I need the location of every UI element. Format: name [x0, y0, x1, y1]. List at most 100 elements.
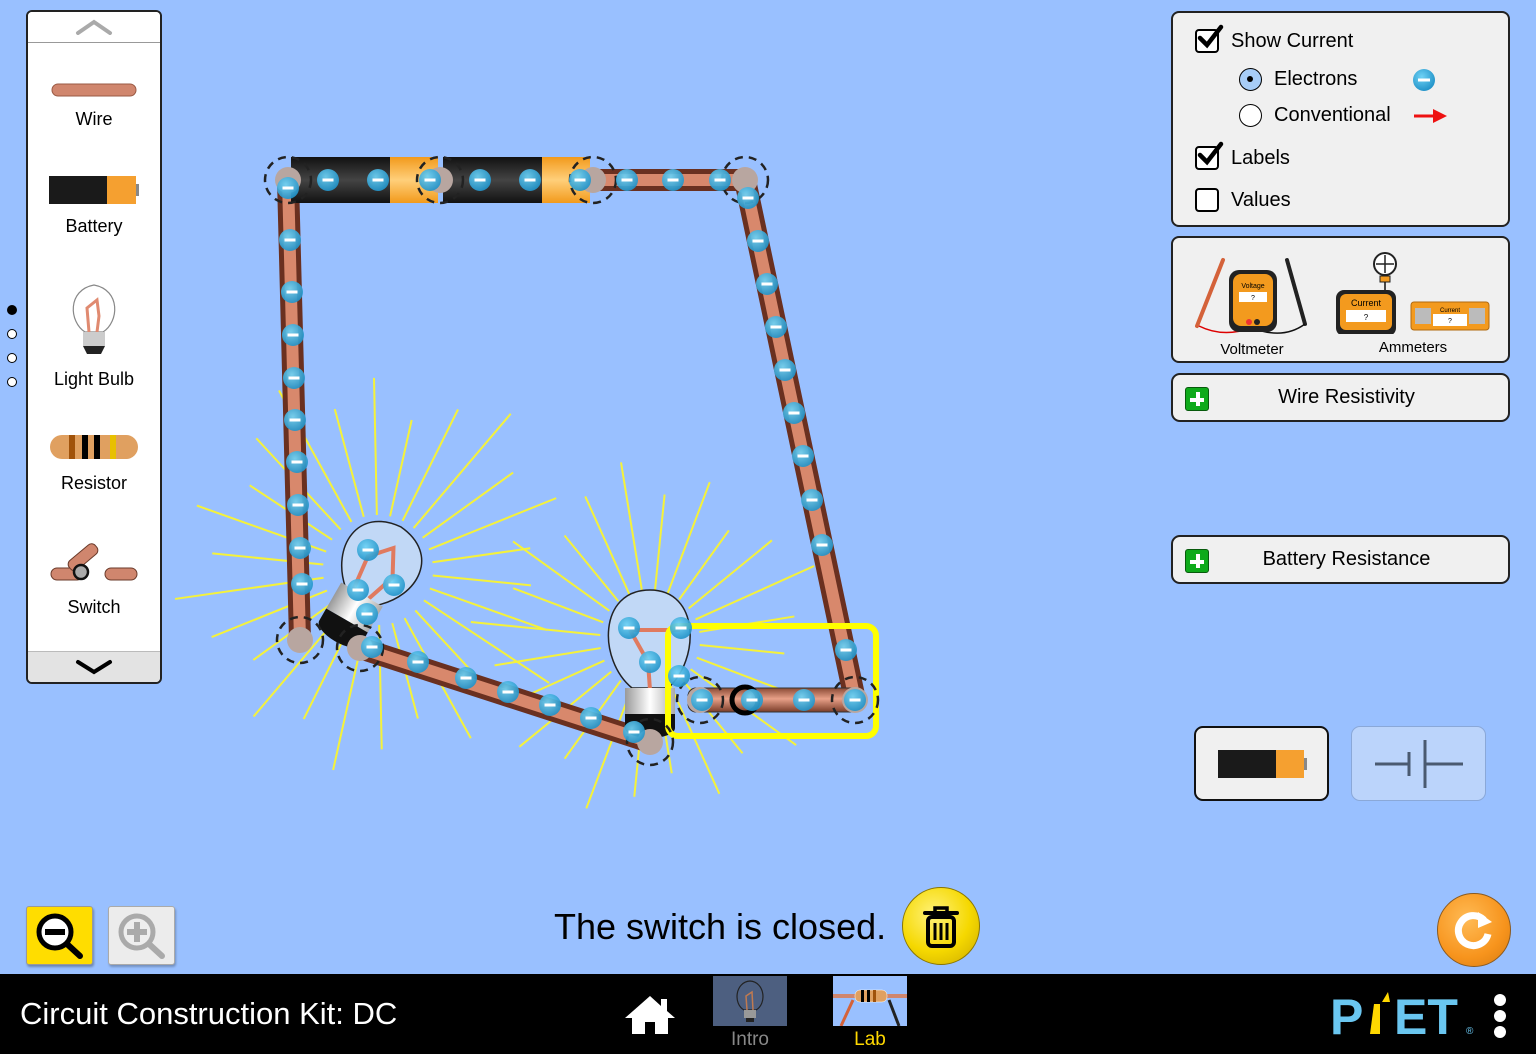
electron: [291, 573, 313, 595]
ammeters-tool[interactable]: Current ? Current ? Ammeters: [1333, 248, 1493, 356]
light-ray: [512, 540, 610, 612]
reset-all-button[interactable]: [1437, 893, 1511, 967]
electron: [281, 281, 303, 303]
conventional-radio[interactable]: Conventional: [1239, 104, 1391, 127]
battery-icon: [1217, 749, 1307, 778]
page-dot-1[interactable]: [7, 305, 17, 315]
resistor-label: Resistor: [60, 473, 127, 493]
wire-label: Wire: [75, 109, 113, 129]
lab-thumbnail: [833, 976, 907, 1027]
electron: [317, 169, 339, 191]
battery-label: Battery: [65, 216, 123, 236]
screen-tab-lab[interactable]: Lab: [833, 976, 907, 1051]
labels-checkbox[interactable]: Labels: [1195, 141, 1290, 170]
battery-resistance-accordion[interactable]: Battery Resistance: [1171, 535, 1510, 584]
vertices[interactable]: [263, 155, 880, 767]
electron: [519, 169, 541, 191]
carousel-down-button[interactable]: [28, 651, 160, 682]
carousel-item-light-bulb[interactable]: Light Bulb: [28, 282, 160, 390]
electron: [783, 402, 805, 424]
voltmeter-label: Voltmeter: [1220, 341, 1284, 358]
carousel-item-wire[interactable]: Wire: [28, 82, 160, 130]
menu-dot-icon: [1494, 1026, 1506, 1038]
electron: [282, 324, 304, 346]
carousel-page-indicator: [7, 305, 17, 401]
schematic-view-button[interactable]: [1351, 726, 1486, 801]
trash-icon: [923, 906, 959, 948]
page-dot-3[interactable]: [7, 353, 17, 363]
vertex[interactable]: [287, 627, 313, 653]
show-current-checkbox[interactable]: Show Current: [1195, 24, 1353, 53]
voltmeter-tool[interactable]: Voltage ? Voltmeter: [1193, 250, 1311, 358]
electron: [668, 665, 690, 687]
electron: [284, 409, 306, 431]
electron: [709, 169, 731, 191]
electron: [357, 539, 379, 561]
svg-text:P: P: [1330, 992, 1363, 1038]
electron: [741, 689, 763, 711]
navigation-bar: Circuit Construction Kit: DC Intro Lab P…: [0, 974, 1536, 1054]
phet-menu-button[interactable]: [1494, 994, 1506, 1042]
lifelike-view-button[interactable]: [1194, 726, 1329, 801]
electron: [756, 273, 778, 295]
electron: [569, 169, 591, 191]
electron: [623, 721, 645, 743]
chevron-up-icon: [76, 19, 112, 35]
electron: [407, 651, 429, 673]
electrons-radio[interactable]: Electrons: [1239, 68, 1357, 91]
voltmeter-screen-title: Voltage: [1241, 283, 1264, 290]
labels-label: Labels: [1231, 146, 1290, 169]
page-dot-2[interactable]: [7, 329, 17, 339]
light-ray: [688, 539, 773, 610]
light-ray: [389, 419, 413, 517]
phet-logo-icon: P ET ®: [1330, 989, 1474, 1045]
schematic-battery-icon: [1374, 739, 1463, 788]
conventional-label: Conventional: [1274, 104, 1391, 126]
light-ray: [620, 462, 643, 591]
light-ray: [526, 659, 605, 697]
switch-label: Switch: [67, 597, 121, 617]
sensor-toolbox: Voltage ? Voltmeter Current ? Current ? …: [1171, 236, 1510, 363]
electron: [580, 707, 602, 729]
zoom-in-button[interactable]: [108, 906, 175, 965]
electron: [616, 169, 638, 191]
reset-icon: [1454, 912, 1492, 950]
electron: [289, 537, 311, 559]
light-ray: [422, 471, 514, 539]
page-dot-4[interactable]: [7, 377, 17, 387]
wire-resistivity-accordion[interactable]: Wire Resistivity: [1171, 373, 1510, 422]
electron: [811, 534, 833, 556]
electron: [844, 689, 866, 711]
light-ray: [563, 534, 620, 602]
light-ray: [432, 547, 531, 564]
electron: [455, 667, 477, 689]
electron: [835, 639, 857, 661]
carousel-up-button[interactable]: [28, 12, 160, 43]
wire-resistivity-title: Wire Resistivity: [1278, 386, 1415, 408]
carousel-item-resistor[interactable]: Resistor: [28, 432, 160, 494]
delete-button[interactable]: [902, 887, 980, 965]
menu-dot-icon: [1494, 994, 1506, 1006]
light-ray: [432, 574, 532, 587]
home-button[interactable]: [623, 994, 677, 1041]
zoom-out-button[interactable]: [26, 906, 93, 965]
chevron-down-icon: [76, 660, 112, 675]
phet-logo[interactable]: P ET ®: [1330, 989, 1482, 1045]
light-ray: [653, 494, 666, 591]
electron-icon: [1413, 69, 1435, 91]
home-icon: [625, 996, 675, 1034]
electron: [277, 177, 299, 199]
battery-2[interactable]: [443, 157, 590, 203]
electron: [497, 681, 519, 703]
screen-tab-intro[interactable]: Intro: [713, 976, 787, 1051]
light-bulb-icon: [72, 284, 116, 354]
carousel-item-battery[interactable]: Battery: [28, 175, 160, 237]
electron: [737, 187, 759, 209]
lab-tab-label: Lab: [854, 1029, 886, 1050]
carousel-item-switch[interactable]: Switch: [28, 542, 160, 618]
values-checkbox[interactable]: Values: [1195, 188, 1291, 212]
electron: [765, 316, 787, 338]
electron: [691, 689, 713, 711]
light-ray: [428, 497, 557, 551]
checkbox-unchecked-icon: [1195, 188, 1219, 212]
